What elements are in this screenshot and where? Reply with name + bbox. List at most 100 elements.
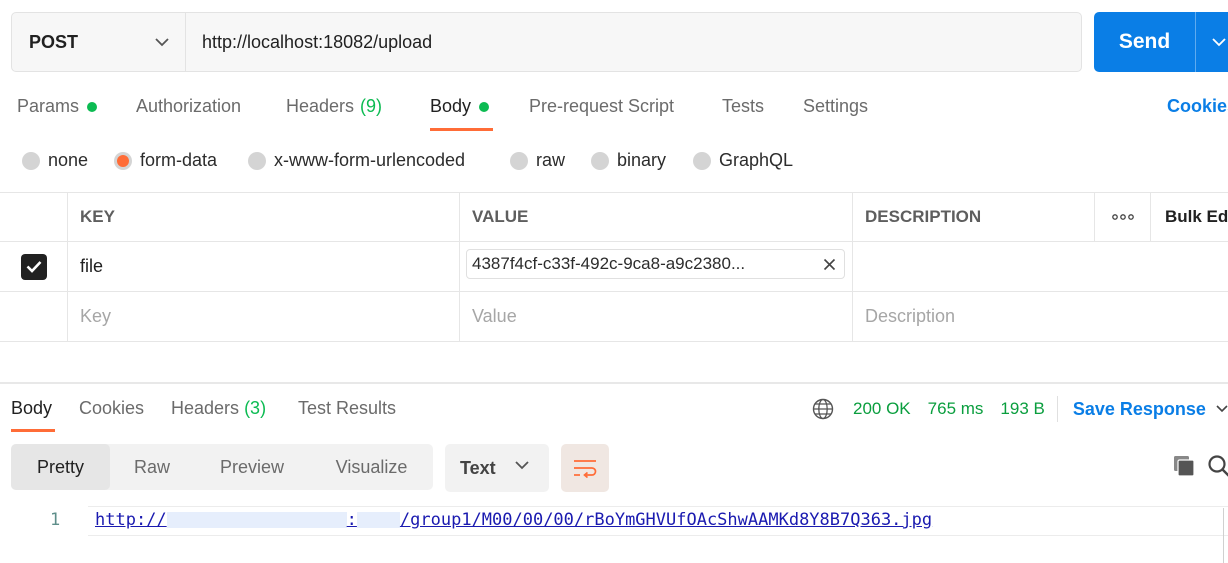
editor-scrollbar[interactable] bbox=[1223, 508, 1228, 563]
value-placeholder: Value bbox=[472, 306, 517, 326]
tab-authorization[interactable]: Authorization bbox=[136, 96, 241, 117]
active-tab-underline bbox=[430, 128, 493, 131]
response-tab-headers[interactable]: Headers (3) bbox=[171, 398, 266, 419]
selected-file-chip[interactable]: 4387f4cf-c33f-492c-9ca8-a9c2380... bbox=[466, 249, 845, 279]
view-raw[interactable]: Raw bbox=[110, 444, 194, 490]
save-response-label: Save Response bbox=[1072, 398, 1206, 419]
cookies-link[interactable]: Cookies bbox=[1167, 96, 1228, 117]
response-time[interactable]: 765 ms bbox=[928, 399, 984, 419]
tab-tests-label: Tests bbox=[722, 96, 765, 116]
link-prefix: http:// bbox=[95, 510, 167, 530]
headers-count: (9) bbox=[360, 96, 383, 116]
response-tab-body[interactable]: Body bbox=[11, 398, 52, 419]
chevron-down-icon bbox=[1216, 405, 1228, 413]
radio-circle bbox=[591, 151, 609, 170]
response-url-link[interactable]: http://: /group1/M00/00/00/rBoYmGHVUfOAcS… bbox=[95, 510, 932, 530]
bulk-edit-button[interactable]: Bulk Edit bbox=[1150, 193, 1228, 241]
table-row: file 4387f4cf-c33f-492c-9ca8-a9c2380... bbox=[0, 242, 1228, 292]
status-separator bbox=[1056, 396, 1058, 422]
radio-urlencoded-label: x-www-form-urlencoded bbox=[274, 150, 466, 170]
description-placeholder: Description bbox=[865, 306, 956, 326]
globe-icon[interactable] bbox=[812, 398, 834, 420]
row-spacer-cell bbox=[1150, 242, 1228, 291]
method-label: POST bbox=[29, 31, 79, 52]
header-checkbox-cell bbox=[0, 193, 67, 241]
more-horizontal-icon bbox=[1111, 214, 1134, 220]
tab-headers[interactable]: Headers (9) bbox=[286, 96, 382, 117]
tab-params[interactable]: Params bbox=[17, 96, 98, 117]
copy-icon[interactable] bbox=[1172, 454, 1196, 478]
chevron-down-icon[interactable] bbox=[1196, 37, 1228, 47]
save-response-button[interactable]: Save Response bbox=[1073, 399, 1228, 420]
format-label: Text bbox=[460, 457, 496, 478]
radio-circle bbox=[693, 151, 711, 170]
view-preview[interactable]: Preview bbox=[194, 444, 310, 490]
response-tab-cookies[interactable]: Cookies bbox=[79, 398, 144, 419]
wrap-text-icon bbox=[574, 460, 597, 478]
response-status-bar: 200 OK 765 ms 193 B Save Response bbox=[812, 396, 1228, 422]
row-spacer-cell bbox=[1150, 292, 1228, 341]
radio-graphql-label: GraphQL bbox=[719, 150, 794, 170]
file-name: 4387f4cf-c33f-492c-9ca8-a9c2380... bbox=[472, 254, 746, 273]
tab-pre-request-label: Pre-request Script bbox=[529, 96, 675, 116]
row-spacer-cell bbox=[1094, 242, 1150, 291]
response-tabs: Body Cookies Headers (3) Test Results 20… bbox=[0, 396, 1228, 432]
radio-circle bbox=[22, 151, 40, 170]
tab-body-label: Body bbox=[430, 96, 472, 116]
radio-raw-label: raw bbox=[536, 150, 566, 170]
radio-form-data[interactable]: form-data bbox=[114, 150, 217, 171]
view-pretty[interactable]: Pretty bbox=[11, 444, 110, 490]
url-input[interactable] bbox=[186, 13, 1081, 71]
tab-body[interactable]: Body bbox=[430, 96, 490, 117]
response-tab-test-results[interactable]: Test Results bbox=[298, 398, 396, 419]
new-description-input[interactable]: Description bbox=[852, 292, 1094, 341]
radio-graphql[interactable]: GraphQL bbox=[693, 150, 793, 171]
radio-none[interactable]: none bbox=[22, 150, 88, 171]
search-icon[interactable] bbox=[1207, 454, 1228, 478]
row-description-cell[interactable] bbox=[852, 242, 1094, 291]
more-options-button[interactable] bbox=[1094, 193, 1150, 241]
tab-params-label: Params bbox=[17, 96, 80, 116]
response-body-editor[interactable]: 1 http://: /group1/M00/00/00/rBoYmGHVUfOA… bbox=[0, 506, 1228, 563]
link-port-separator: : bbox=[346, 510, 357, 530]
close-icon[interactable] bbox=[823, 258, 836, 271]
send-button[interactable]: Send bbox=[1094, 12, 1228, 72]
radio-none-label: none bbox=[48, 150, 89, 170]
radio-urlencoded[interactable]: x-www-form-urlencoded bbox=[248, 150, 465, 171]
format-select[interactable]: Text bbox=[445, 444, 549, 492]
link-path: /group1/M00/00/00/rBoYmGHVUfOAcShwAAMKd8… bbox=[399, 510, 933, 530]
response-tab-headers-label: Headers bbox=[171, 398, 240, 418]
row-spacer-cell bbox=[1094, 292, 1150, 341]
response-size[interactable]: 193 B bbox=[1000, 399, 1044, 419]
method-select[interactable]: POST bbox=[12, 13, 186, 71]
key-placeholder: Key bbox=[80, 306, 112, 326]
new-value-input[interactable]: Value bbox=[459, 292, 852, 341]
response-headers-count: (3) bbox=[244, 398, 267, 418]
row-checkbox-cell bbox=[0, 242, 67, 291]
radio-circle bbox=[248, 151, 266, 170]
radio-binary-label: binary bbox=[617, 150, 667, 170]
tab-settings[interactable]: Settings bbox=[803, 96, 868, 117]
column-description-header: DESCRIPTION bbox=[852, 193, 1094, 241]
tab-pre-request-script[interactable]: Pre-request Script bbox=[529, 96, 674, 117]
tab-settings-label: Settings bbox=[803, 96, 869, 116]
bulk-edit-label: Bulk Edit bbox=[1165, 207, 1228, 226]
request-bar: POST bbox=[11, 12, 1082, 72]
status-code[interactable]: 200 OK bbox=[853, 399, 911, 419]
request-tabs: Params Authorization Headers (9) Body Pr… bbox=[0, 90, 1228, 131]
line-number: 1 bbox=[50, 510, 61, 530]
tab-tests[interactable]: Tests bbox=[722, 96, 764, 117]
new-key-input[interactable]: Key bbox=[67, 292, 459, 341]
radio-form-data-label: form-data bbox=[140, 150, 218, 170]
wrap-lines-button[interactable] bbox=[561, 444, 609, 492]
pane-divider[interactable] bbox=[0, 382, 1228, 384]
view-visualize[interactable]: Visualize bbox=[310, 444, 433, 490]
row-enabled-checkbox[interactable] bbox=[20, 253, 47, 280]
row-checkbox-cell bbox=[0, 292, 67, 341]
check-icon bbox=[26, 261, 41, 273]
radio-binary[interactable]: binary bbox=[591, 150, 666, 171]
radio-circle-selected bbox=[114, 151, 132, 170]
radio-raw[interactable]: raw bbox=[510, 150, 565, 171]
row-key-cell[interactable]: file bbox=[67, 242, 459, 291]
tab-headers-label: Headers bbox=[286, 96, 355, 116]
